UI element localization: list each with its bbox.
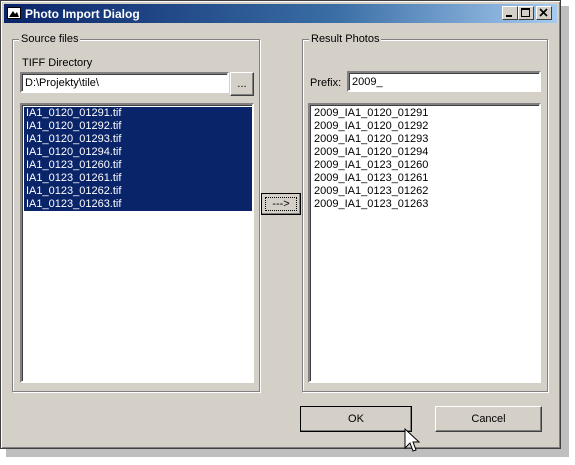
list-item[interactable]: IA1_0120_01293.tif — [24, 133, 252, 146]
list-item[interactable]: IA1_0123_01262.tif — [24, 185, 252, 198]
list-item[interactable]: 2009_IA1_0120_01294 — [312, 146, 539, 159]
close-button[interactable] — [536, 6, 552, 20]
list-item[interactable]: 2009_IA1_0120_01291 — [312, 107, 539, 120]
app-icon — [7, 6, 21, 20]
prefix-input[interactable]: 2009_ — [347, 71, 541, 92]
ok-label: OK — [348, 413, 364, 425]
minimize-icon — [506, 15, 512, 17]
list-item[interactable]: IA1_0123_01260.tif — [24, 159, 252, 172]
dialog-window: Photo Import Dialog Source files TIFF Di… — [0, 0, 561, 449]
source-files-label: Source files — [19, 33, 81, 46]
list-item[interactable]: IA1_0123_01263.tif — [24, 198, 252, 211]
tiff-directory-label: TIFF Directory — [22, 57, 93, 69]
list-item[interactable]: 2009_IA1_0120_01293 — [312, 133, 539, 146]
window-title: Photo Import Dialog — [25, 7, 140, 21]
close-icon — [539, 8, 548, 17]
source-files-list[interactable]: IA1_0120_01291.tif IA1_0120_01292.tif IA1_… — [20, 103, 254, 383]
ok-button[interactable]: OK — [300, 406, 412, 432]
list-item[interactable]: 2009_IA1_0123_01263 — [312, 198, 539, 211]
title-bar[interactable]: Photo Import Dialog — [4, 4, 557, 23]
minimize-button[interactable] — [502, 6, 518, 20]
result-photos-list[interactable]: 2009_IA1_0120_01291 2009_IA1_0120_01292 20… — [308, 103, 541, 383]
list-item[interactable]: 2009_IA1_0120_01292 — [312, 120, 539, 133]
prefix-label: Prefix: — [310, 77, 342, 89]
cancel-label: Cancel — [471, 413, 506, 425]
browse-button[interactable]: ... — [230, 72, 254, 96]
focus-ring — [265, 197, 297, 211]
tiff-directory-input[interactable]: D:\Projekty\tile\ — [20, 72, 229, 93]
cancel-button[interactable]: Cancel — [435, 406, 542, 432]
maximize-button[interactable] — [518, 6, 534, 20]
list-item[interactable]: IA1_0120_01294.tif — [24, 146, 252, 159]
mouse-cursor-icon — [404, 428, 421, 452]
transfer-button[interactable]: ---> — [261, 193, 301, 215]
list-item[interactable]: 2009_IA1_0123_01262 — [312, 185, 539, 198]
list-item[interactable]: IA1_0123_01261.tif — [24, 172, 252, 185]
result-photos-label: Result Photos — [309, 33, 382, 46]
list-item[interactable]: 2009_IA1_0123_01260 — [312, 159, 539, 172]
list-item[interactable]: IA1_0120_01291.tif — [24, 107, 252, 120]
list-item[interactable]: IA1_0120_01292.tif — [24, 120, 252, 133]
list-item[interactable]: 2009_IA1_0123_01261 — [312, 172, 539, 185]
maximize-icon — [521, 8, 530, 17]
